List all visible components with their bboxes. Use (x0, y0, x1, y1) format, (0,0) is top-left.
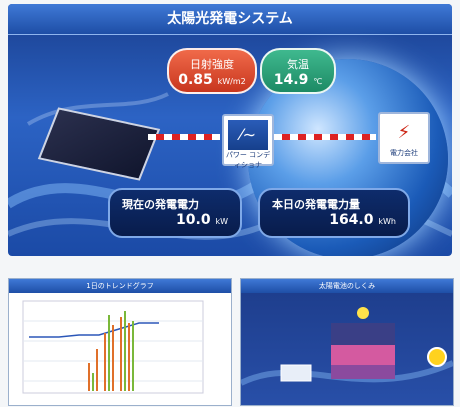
current-power-readout: 現在の発電電力 10.0 kW (108, 188, 242, 238)
page-title: 太陽光発電システム (8, 4, 452, 35)
irradiance-label: 日射強度 (190, 58, 234, 71)
power-tower-icon: ⚡ (384, 118, 424, 148)
temperature-value: 14.9 ℃ (273, 72, 323, 88)
main-panel: 太陽光発電システム 日射強度 0.85 kW/m2 気温 14.9 ℃ ⁄∼ パ… (8, 4, 452, 256)
temperature-label: 気温 (287, 58, 309, 71)
irradiance-value: 0.85 kW/m2 (178, 72, 246, 88)
power-company-caption: 電力会社 (390, 149, 418, 157)
current-power-value: 10.0 kW (176, 212, 228, 228)
current-power-label: 現在の発電電力 (122, 198, 199, 211)
today-energy-label: 本日の発電電力量 (272, 198, 360, 211)
cell-mechanism-preview (241, 307, 453, 386)
power-line-right (274, 134, 376, 140)
today-energy-value: 164.0 kWh (329, 212, 396, 228)
today-energy-readout: 本日の発電電力量 164.0 kWh (258, 188, 410, 238)
trend-graph-preview (22, 300, 204, 394)
power-conditioner-button[interactable]: ⁄∼ パワー コンディショナ (222, 114, 274, 169)
trend-graph-title: 1日のトレンドグラフ (9, 279, 231, 293)
power-conditioner-icon: ⁄∼ (228, 120, 268, 150)
power-conditioner-caption: パワー コンディショナ (225, 151, 271, 169)
trend-graph-thumbnail[interactable]: 1日のトレンドグラフ (8, 278, 232, 406)
cell-mechanism-thumbnail[interactable]: 太陽電池のしくみ (240, 278, 454, 406)
cell-mechanism-title: 太陽電池のしくみ (241, 279, 453, 293)
temperature-badge: 気温 14.9 ℃ (260, 48, 336, 94)
power-line-left (148, 134, 220, 140)
irradiance-badge: 日射強度 0.85 kW/m2 (167, 48, 257, 94)
power-company-button[interactable]: ⚡ 電力会社 (378, 112, 430, 164)
